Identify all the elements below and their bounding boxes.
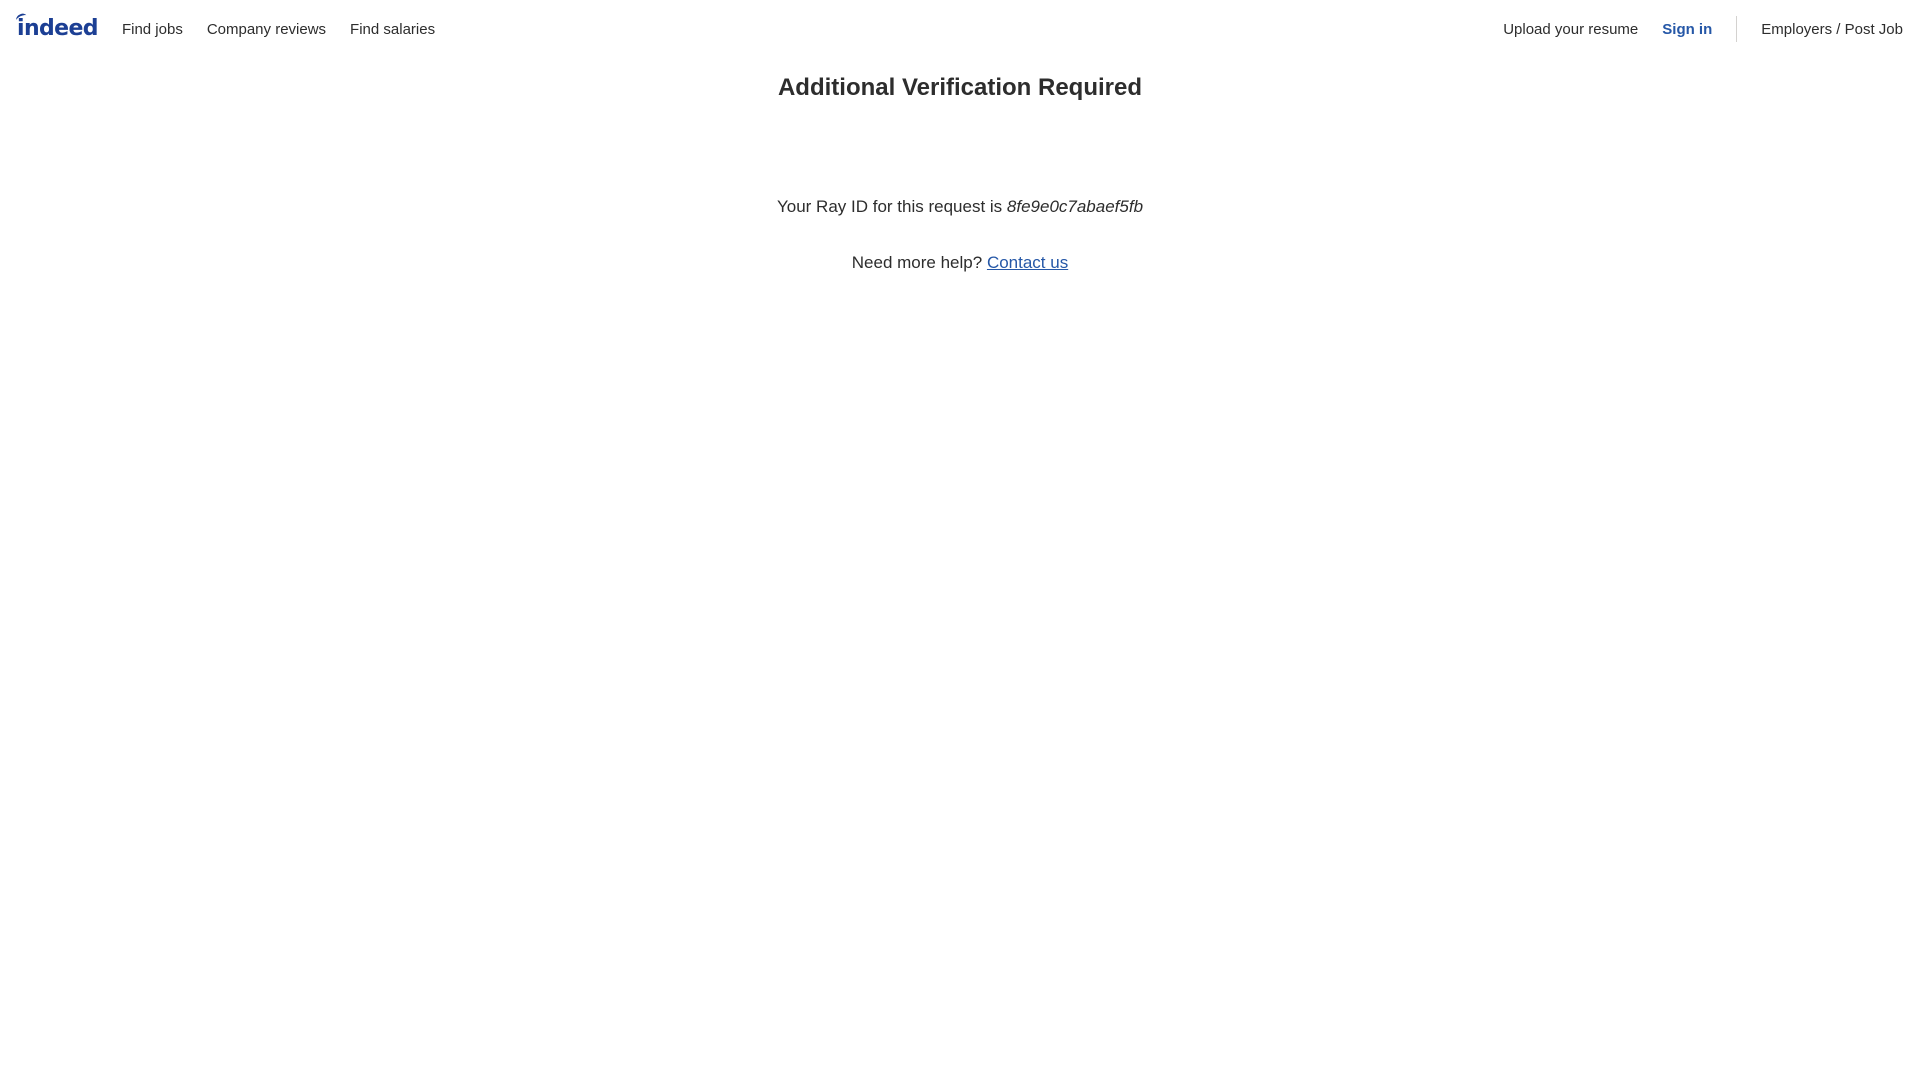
nav-find-salaries[interactable]: Find salaries: [350, 21, 435, 38]
nav-divider: [1736, 16, 1738, 42]
contact-us-link[interactable]: Contact us: [987, 253, 1068, 272]
primary-nav: Find jobs Company reviews Find salaries: [122, 21, 459, 38]
verification-content: Additional Verification Required Your Ra…: [0, 70, 1920, 275]
ray-id-value: 8fe9e0c7abaef5fb: [1006, 197, 1144, 216]
ray-id-prefix: Your Ray ID for this request is: [776, 197, 1003, 216]
logo-text: indeed: [17, 16, 99, 41]
upload-resume-link[interactable]: Upload your resume: [1503, 21, 1638, 38]
help-line: Need more help? Contact us: [0, 251, 1920, 275]
secondary-nav: Upload your resume Sign in Employers / P…: [1503, 16, 1903, 42]
ray-id-line: Your Ray ID for this request is 8fe9e0c7…: [0, 195, 1920, 219]
sign-in-link[interactable]: Sign in: [1662, 21, 1712, 38]
top-navigation-bar: indeed Find jobs Company reviews Find sa…: [0, 0, 1920, 58]
employers-post-job-link[interactable]: Employers / Post Job: [1761, 21, 1903, 38]
indeed-logo[interactable]: indeed: [14, 12, 99, 41]
nav-company-reviews[interactable]: Company reviews: [207, 21, 326, 38]
page-title: Additional Verification Required: [777, 74, 1143, 101]
help-prefix: Need more help?: [851, 253, 983, 272]
nav-find-jobs[interactable]: Find jobs: [122, 21, 183, 38]
